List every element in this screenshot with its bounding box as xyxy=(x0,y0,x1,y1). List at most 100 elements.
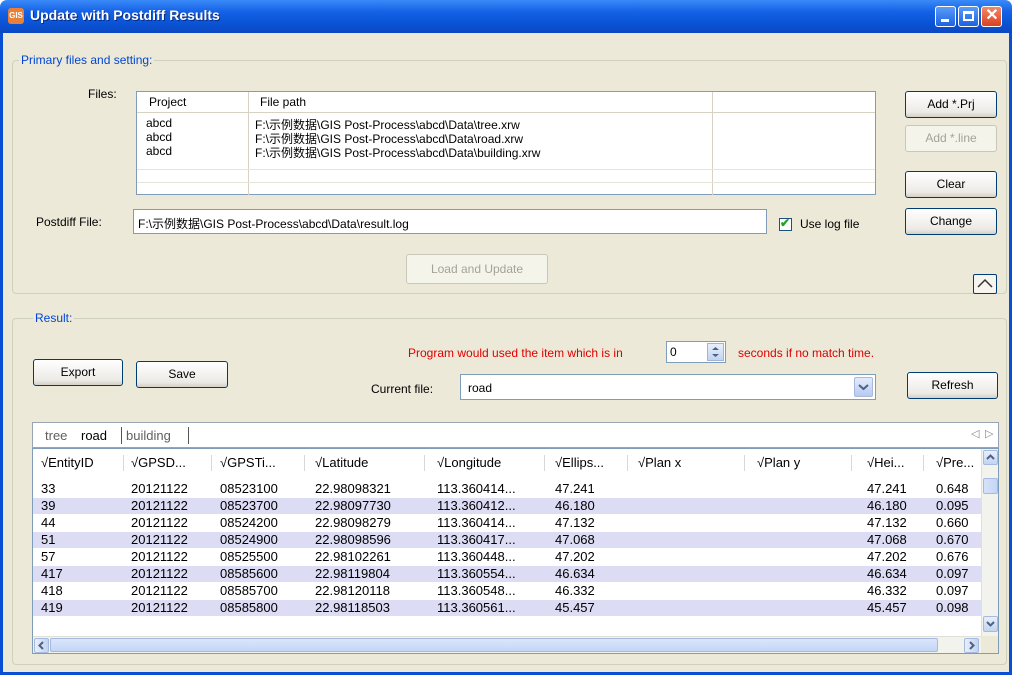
add-prj-button[interactable]: Add *.Prj xyxy=(905,91,997,118)
result-grid[interactable]: √EntityID √GPSD... √GPSTi... √Latitude √… xyxy=(32,448,999,654)
title-bar: GIS Update with Postdiff Results ✕ xyxy=(0,0,1012,33)
collapse-button[interactable] xyxy=(973,274,997,294)
table-cell: 417 xyxy=(41,566,63,581)
grid-col-divider xyxy=(211,455,212,471)
program-message: Program would used the item which is in xyxy=(408,346,623,360)
tab-scroll-left-icon[interactable]: ◁ xyxy=(971,427,979,440)
table-row[interactable]: 33 20121122 08523100 22.98098321 113.360414.… xyxy=(33,481,983,497)
table-cell: 20121122 xyxy=(131,600,188,615)
table-cell: 22.98097730 xyxy=(315,498,391,513)
table-cell: 22.98098596 xyxy=(315,532,391,547)
spinner-arrows-icon xyxy=(712,347,719,357)
maximize-icon xyxy=(963,11,974,21)
add-line-button[interactable]: Add *.line xyxy=(905,125,997,152)
grid-col-divider xyxy=(627,455,628,471)
table-cell: 47.068 xyxy=(555,532,595,547)
tab-tree[interactable]: tree xyxy=(45,428,67,443)
table-cell: 22.98102261 xyxy=(315,549,391,564)
grid-col-header[interactable]: √Longitude xyxy=(437,449,501,477)
files-row-project[interactable]: abcd xyxy=(146,144,172,158)
files-row-divider xyxy=(137,169,875,170)
tab-road[interactable]: road xyxy=(81,428,107,443)
scroll-down-button[interactable] xyxy=(983,616,998,632)
vertical-scrollbar[interactable] xyxy=(981,449,998,636)
close-button[interactable]: ✕ xyxy=(981,6,1002,27)
files-table[interactable]: Project File path abcd F:\示例数据\GIS Post-… xyxy=(136,91,876,195)
grid-col-header[interactable]: √Ellips... xyxy=(555,449,604,477)
files-col-divider xyxy=(712,92,713,195)
table-cell: 20121122 xyxy=(131,549,188,564)
grid-col-header[interactable]: √GPSD... xyxy=(131,449,186,477)
horizontal-scrollbar[interactable] xyxy=(33,636,981,653)
grid-col-header[interactable]: √Plan x xyxy=(638,449,681,477)
grid-col-divider xyxy=(744,455,745,471)
current-file-select[interactable]: road xyxy=(460,374,876,400)
table-row[interactable]: 51 20121122 08524900 22.98098596 113.360417.… xyxy=(33,532,983,548)
grid-col-divider xyxy=(304,455,305,471)
table-cell: 20121122 xyxy=(131,481,188,496)
scroll-right-button[interactable] xyxy=(964,638,979,653)
scroll-left-button[interactable] xyxy=(34,638,49,653)
table-row[interactable]: 57 20121122 08525500 22.98102261 113.360448.… xyxy=(33,549,983,565)
save-button[interactable]: Save xyxy=(136,361,228,388)
table-cell: 46.332 xyxy=(555,583,595,598)
table-cell: 33 xyxy=(41,481,56,496)
maximize-button[interactable] xyxy=(958,6,979,27)
grid-col-divider xyxy=(851,455,852,471)
minimize-button[interactable] xyxy=(935,6,956,27)
dropdown-button[interactable] xyxy=(854,377,873,397)
table-row[interactable]: 419 20121122 08585800 22.98118503 113.360561… xyxy=(33,600,983,616)
files-row-path[interactable]: F:\示例数据\GIS Post-Process\abcd\Data\build… xyxy=(255,144,540,161)
table-cell: 113.360548... xyxy=(437,583,516,598)
chevron-left-icon xyxy=(38,641,44,650)
table-cell: 47.202 xyxy=(867,549,907,564)
tab-building[interactable]: building xyxy=(126,428,171,443)
current-file-label: Current file: xyxy=(371,382,434,396)
clear-button[interactable]: Clear xyxy=(905,171,997,198)
table-cell: 47.132 xyxy=(555,515,595,530)
table-row[interactable]: 418 20121122 08585700 22.98120118 113.360548… xyxy=(33,583,983,599)
table-cell: 20121122 xyxy=(131,498,188,513)
table-cell: 47.241 xyxy=(555,481,595,496)
spinner-arrows[interactable] xyxy=(707,343,724,361)
horizontal-scroll-thumb[interactable] xyxy=(50,638,938,652)
tab-divider xyxy=(188,427,189,444)
export-button[interactable]: Export xyxy=(33,359,123,386)
table-cell: 08523100 xyxy=(220,481,278,496)
chevron-right-icon xyxy=(969,641,975,650)
postdiff-file-input[interactable]: F:\示例数据\GIS Post-Process\abcd\Data\resul… xyxy=(133,209,767,234)
load-update-button[interactable]: Load and Update xyxy=(406,254,548,284)
table-cell: 46.180 xyxy=(555,498,595,513)
table-cell: 0.676 xyxy=(936,549,969,564)
files-row-project[interactable]: abcd xyxy=(146,130,172,144)
table-cell: 45.457 xyxy=(555,600,595,615)
table-row[interactable]: 39 20121122 08523700 22.98097730 113.360412.… xyxy=(33,498,983,514)
grid-col-header[interactable]: √EntityID xyxy=(41,449,94,477)
scroll-thumb[interactable] xyxy=(983,478,998,494)
files-row-project[interactable]: abcd xyxy=(146,116,172,130)
grid-col-header[interactable]: √Latitude xyxy=(315,449,368,477)
scroll-up-button[interactable] xyxy=(983,450,998,465)
grid-col-divider xyxy=(424,455,425,471)
table-cell: 22.98118503 xyxy=(315,600,390,615)
grid-col-header[interactable]: √Pre... xyxy=(936,449,974,477)
use-log-checkbox[interactable]: ✔ xyxy=(779,216,792,231)
table-cell: 419 xyxy=(41,600,63,615)
files-row-divider xyxy=(137,182,875,183)
table-row[interactable]: 417 20121122 08585600 22.98119804 113.360554… xyxy=(33,566,983,582)
result-group-title: Result: xyxy=(33,311,75,325)
table-row[interactable]: 44 20121122 08524200 22.98098279 113.360414.… xyxy=(33,515,983,531)
grid-col-header[interactable]: √GPSTi... xyxy=(220,449,276,477)
refresh-button[interactable]: Refresh xyxy=(907,372,998,399)
table-cell: 08585600 xyxy=(220,566,278,581)
table-cell: 22.98120118 xyxy=(315,583,390,598)
seconds-spinner[interactable]: 0 xyxy=(666,341,726,363)
table-cell: 113.360561... xyxy=(437,600,516,615)
change-button[interactable]: Change xyxy=(905,208,997,235)
grid-col-header[interactable]: √Hei... xyxy=(867,449,904,477)
table-cell: 0.670 xyxy=(936,532,969,547)
table-cell: 46.634 xyxy=(555,566,595,581)
grid-col-header[interactable]: √Plan y xyxy=(757,449,800,477)
tab-scroll-right-icon[interactable]: ▷ xyxy=(985,427,993,440)
table-cell: 20121122 xyxy=(131,515,188,530)
